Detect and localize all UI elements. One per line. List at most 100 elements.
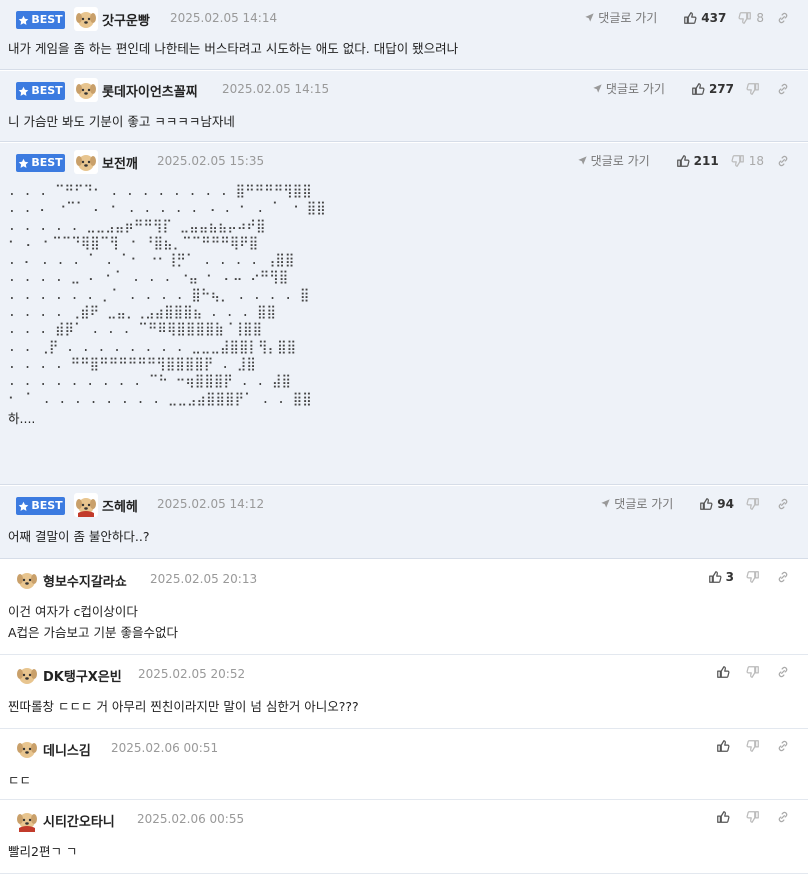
copy-link-button[interactable] [776, 739, 790, 753]
best-badge: BEST [16, 154, 65, 172]
dog-avatar[interactable] [15, 663, 39, 687]
nickname[interactable]: 형보수지갈라쇼 [43, 571, 127, 590]
comment-actions: 3 [696, 570, 790, 584]
copy-link-button[interactable] [776, 570, 790, 584]
comment-item: BEST 롯데자이언츠꼴찌 2025.02.05 14:15 댓글로 가기 277 니 가… [0, 71, 808, 142]
comment-text: 어째 결말이 좀 불안하다..? [8, 529, 150, 544]
upvote-button[interactable]: 211 [676, 154, 719, 168]
upvote-button[interactable] [716, 665, 734, 679]
dog-avatar[interactable] [15, 568, 39, 592]
downvote-button[interactable] [746, 82, 764, 96]
link-icon [778, 155, 788, 166]
comment-date: 2025.02.05 14:14 [170, 11, 278, 25]
comment-actions [704, 665, 790, 679]
upvote-button[interactable] [716, 739, 734, 753]
downvote-button[interactable]: 18 [731, 154, 764, 168]
comment-body: 니 가슴만 봐도 기분이 좋고 ㅋㅋㅋㅋ남자네 [8, 111, 798, 132]
thumbs-up-icon [700, 497, 713, 510]
upvote-count: 3 [725, 570, 734, 584]
copy-link-button[interactable] [776, 154, 790, 168]
thumbs-up-icon [684, 11, 697, 24]
arrow-icon [601, 499, 610, 508]
dog-avatar[interactable] [74, 493, 98, 517]
upvote-button[interactable]: 94 [699, 497, 734, 511]
best-badge-label: BEST [31, 13, 63, 26]
nickname[interactable]: 갓구운빵 [102, 10, 150, 29]
upvote-count: 94 [717, 496, 734, 511]
comment-text: 니 가슴만 봐도 기분이 좋고 ㅋㅋㅋㅋ남자네 [8, 114, 235, 129]
thumbs-up-icon [708, 571, 722, 583]
best-badge-label: BEST [31, 499, 63, 512]
star-icon [19, 15, 29, 25]
upvote-button[interactable]: 437 [683, 11, 726, 25]
downvote-button[interactable] [746, 810, 764, 824]
comment-date: 2025.02.05 15:35 [157, 154, 265, 168]
downvote-count: 18 [748, 153, 764, 168]
arrow-icon [585, 13, 594, 22]
link-icon [778, 498, 788, 509]
comment-body: ㄷㄷ [8, 770, 798, 791]
upvote-count: 437 [701, 10, 727, 25]
link-icon [778, 666, 788, 678]
downvote-button[interactable] [746, 497, 764, 511]
star-icon [19, 501, 29, 511]
ascii-art-line: . . . . . ⣀⣀⣠⣤⡶⠛⠛⢻⡏ ⣀⣤⣤⣦⣦⡤⠴⠞⣿ [8, 218, 266, 234]
ascii-art-line: ⠂ ⠁ . . . . . . . . ⣀⣀⣠⣴⣿⣿⣿⡟⠁ . . ⣿⣿ [8, 391, 312, 407]
downvote-button[interactable]: 8 [738, 11, 764, 25]
goto-comment-link[interactable]: 댓글로 가기 [584, 9, 657, 26]
dog-avatar[interactable] [74, 150, 98, 174]
link-icon [778, 740, 788, 752]
nickname[interactable]: DK탱구X은빈 [43, 666, 122, 685]
comment-body: 어째 결말이 좀 불안하다..? [8, 526, 798, 547]
comment-header: BEST 롯데자이언츠꼴찌 2025.02.05 14:15 댓글로 가기 277 [8, 71, 800, 107]
copy-link-button[interactable] [776, 497, 790, 511]
dog-avatar[interactable] [74, 7, 98, 31]
comment-text: 내가 게임을 좀 하는 편인데 나한테는 버스타려고 시도하는 애도 없다. 대… [8, 41, 459, 56]
arrow-icon [593, 84, 602, 93]
downvote-button[interactable] [746, 739, 764, 753]
dog-avatar[interactable] [15, 808, 39, 832]
copy-link-button[interactable] [776, 810, 790, 824]
link-icon [778, 12, 788, 23]
nickname[interactable]: 보전깨 [102, 153, 138, 172]
dog-avatar[interactable] [15, 737, 39, 761]
best-badge-label: BEST [31, 156, 63, 169]
copy-link-button[interactable] [776, 11, 790, 25]
nickname[interactable]: 즈헤헤 [102, 496, 138, 515]
ascii-art-line: . . . . . . . . . ⠉⠓ ⠒⢶⣿⣿⣿⡟ . . ⣼⣿ [8, 374, 292, 390]
comment-body: 빨리2편ㄱ ㄱ [8, 841, 798, 862]
thumbs-down-icon [746, 82, 759, 95]
upvote-button[interactable] [716, 810, 734, 824]
upvote-button[interactable]: 3 [708, 570, 734, 584]
comment-header: BEST 보전깨 2025.02.05 15:35 댓글로 가기 211 18 [8, 143, 800, 179]
comment-item: 데니스김 2025.02.06 00:51 ㄷㄷ [0, 730, 808, 800]
nickname[interactable]: 데니스김 [43, 740, 91, 759]
ascii-art: . . . ⠉⠛⠋⠙⠂ . . . . . . . . ⣿⠛⠛⠛⠛⢻⣿⣿ . . … [8, 183, 798, 408]
goto-comment-link[interactable]: 댓글로 가기 [577, 152, 650, 169]
copy-link-button[interactable] [776, 82, 790, 96]
thumbs-down-icon [746, 740, 759, 752]
copy-link-button[interactable] [776, 665, 790, 679]
comment-header: BEST 갓구운빵 2025.02.05 14:14 댓글로 가기 437 8 [8, 0, 800, 36]
dog-avatar[interactable] [74, 78, 98, 102]
ascii-art-line: . . . . ⢀⣾⠟ ⣀⣤⡀⢀⣠⣴⣿⣿⣿⣦ . . . ⣿⣿ [8, 305, 277, 321]
upvote-count: 277 [708, 81, 734, 96]
nickname[interactable]: 롯데자이언츠꼴찌 [102, 81, 198, 100]
goto-comment-label: 댓글로 가기 [598, 11, 658, 25]
comment-actions [704, 810, 790, 824]
downvote-button[interactable] [746, 665, 764, 679]
upvote-button[interactable]: 277 [691, 82, 734, 96]
thumbs-down-icon [746, 497, 759, 510]
nickname[interactable]: 시티간오타니 [43, 811, 115, 830]
arrow-icon [578, 156, 587, 165]
downvote-button[interactable] [746, 570, 764, 584]
link-icon [778, 83, 788, 94]
comment-item: BEST 보전깨 2025.02.05 15:35 댓글로 가기 211 18 . . . … [0, 143, 808, 485]
thumbs-down-icon [738, 11, 752, 24]
comment-date: 2025.02.05 20:13 [150, 572, 258, 586]
comment-text: 빨리2편ㄱ ㄱ [8, 844, 78, 859]
goto-comment-link[interactable]: 댓글로 가기 [600, 495, 673, 512]
ascii-art-line: ⠂ ⠄ ⠂⠉⠉⠙⢿⣿⠉⢻ ⠐ ⠘⣿⣦⡀⠉⠉⠛⠛⠛⢿⠟⣿ [8, 235, 259, 251]
goto-comment-link[interactable]: 댓글로 가기 [592, 80, 665, 97]
comment-actions: 댓글로 가기 94 [600, 495, 790, 512]
